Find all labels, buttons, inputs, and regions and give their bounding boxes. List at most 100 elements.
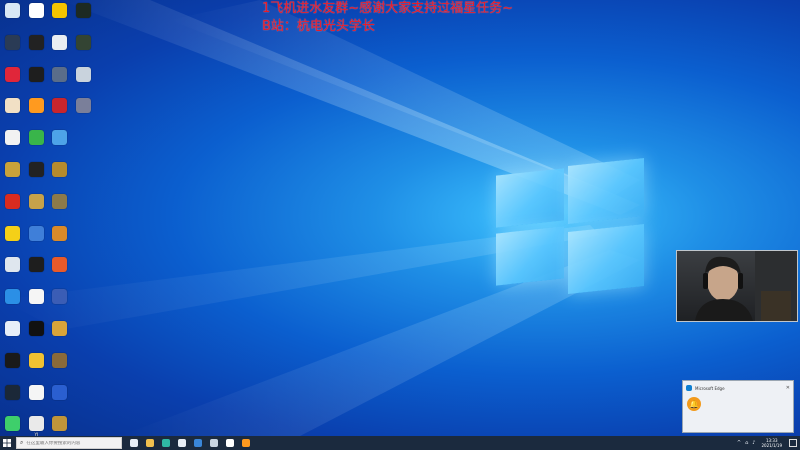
desktop-icon[interactable] [48, 192, 72, 224]
desktop-app-icon [52, 98, 68, 114]
desktop-icon[interactable] [48, 1, 72, 33]
desktop-app-icon [52, 384, 68, 400]
taskbar-app-edge[interactable] [158, 436, 174, 450]
taskbar-app-file-explorer[interactable] [142, 436, 158, 450]
desktop-app-icon [52, 225, 68, 241]
desktop-icon-label [72, 273, 95, 283]
desktop-icon[interactable] [72, 255, 96, 287]
desktop-icon[interactable] [72, 96, 96, 128]
desktop-app-icon [28, 416, 44, 432]
desktop-icon[interactable] [1, 287, 25, 319]
desktop-icon[interactable] [25, 319, 49, 351]
desktop-app-icon [5, 130, 21, 146]
desktop-icon-label [72, 242, 95, 252]
desktop-icon-label [48, 369, 71, 379]
desktop-icon-label [1, 305, 24, 315]
taskbar-app-app-8[interactable] [238, 436, 254, 450]
desktop-icon[interactable] [1, 33, 25, 65]
desktop-icon[interactable] [72, 319, 96, 351]
desktop-icon[interactable] [1, 65, 25, 97]
desktop-icon-label [72, 305, 95, 315]
chevron-up-icon[interactable]: ^ [737, 440, 741, 446]
desktop-icon[interactable] [1, 96, 25, 128]
desktop-icon[interactable] [48, 160, 72, 192]
desktop-app-icon [76, 257, 91, 272]
taskbar-app-app-7[interactable] [222, 436, 238, 450]
desktop-icon-label [72, 19, 95, 29]
desktop-icon[interactable] [48, 128, 72, 160]
close-icon[interactable]: ✕ [786, 385, 790, 391]
desktop-icon[interactable] [1, 128, 25, 160]
desktop-icon[interactable] [48, 287, 72, 319]
stream-overlay-text: 1飞机进水友群~感谢大家支持过福星任务~ B站：杭电光头学长 [262, 0, 582, 36]
app-5-icon [194, 439, 202, 447]
desktop-icon[interactable] [25, 65, 49, 97]
desktop-icon[interactable] [48, 33, 72, 65]
desktop-icon[interactable] [1, 1, 25, 33]
search-icon: ⌕ [20, 439, 24, 446]
desktop-icon[interactable] [25, 255, 49, 287]
desktop-icon-label [25, 369, 48, 379]
desktop-app-icon [75, 3, 91, 18]
desktop-app-icon [76, 194, 91, 209]
desktop-icon[interactable] [1, 319, 25, 351]
network-icon[interactable]: ⌂ [745, 440, 748, 446]
taskbar-app-task-view[interactable] [126, 436, 142, 450]
desktop-icon[interactable] [72, 192, 96, 224]
desktop-icon[interactable] [72, 224, 96, 256]
desktop-icon[interactable] [48, 319, 72, 351]
search-input[interactable] [26, 440, 117, 446]
taskbar-app-chrome[interactable] [174, 436, 190, 450]
desktop-app-icon [5, 352, 21, 368]
desktop-icon-label [25, 178, 48, 188]
desktop-icon[interactable] [72, 351, 96, 383]
taskbar-app-steam[interactable] [206, 436, 222, 450]
desktop-icon[interactable] [48, 96, 72, 128]
volume-icon[interactable]: ♪ [752, 440, 755, 446]
desktop-icon[interactable] [1, 383, 25, 415]
desktop-icon[interactable] [1, 160, 25, 192]
taskbar-search-box[interactable]: ⌕ [16, 437, 122, 449]
desktop-icon[interactable] [1, 255, 25, 287]
desktop-icon[interactable] [72, 1, 96, 33]
taskbar-app-app-5[interactable] [190, 436, 206, 450]
desktop-icon[interactable] [48, 224, 72, 256]
desktop-icon-label [25, 273, 48, 283]
desktop-app-icon [75, 34, 91, 50]
desktop-icon[interactable] [72, 160, 96, 192]
desktop-icon[interactable] [72, 128, 96, 160]
edge-icon [162, 439, 170, 447]
desktop-app-icon [28, 130, 44, 146]
desktop-icon[interactable] [72, 383, 96, 415]
webcam-overlay [676, 250, 798, 322]
desktop-icon[interactable] [25, 160, 49, 192]
action-center-icon[interactable] [789, 439, 797, 447]
desktop-icon[interactable] [25, 351, 49, 383]
desktop-icon[interactable] [48, 255, 72, 287]
desktop-icon[interactable] [1, 224, 25, 256]
desktop-icon[interactable] [1, 351, 25, 383]
desktop-app-icon [76, 416, 91, 431]
desktop-icon[interactable] [25, 224, 49, 256]
desktop-icon[interactable] [25, 383, 49, 415]
desktop-icon-label [25, 83, 48, 93]
desktop-icon[interactable] [48, 351, 72, 383]
desktop-icon[interactable] [25, 192, 49, 224]
desktop-icon[interactable] [25, 1, 49, 33]
desktop-icon[interactable] [25, 128, 49, 160]
desktop-icon[interactable] [25, 33, 49, 65]
desktop-icon[interactable] [1, 192, 25, 224]
desktop-app-icon [28, 98, 44, 114]
desktop-icon[interactable] [25, 96, 49, 128]
desktop-icon[interactable] [25, 287, 49, 319]
desktop-icon[interactable] [72, 287, 96, 319]
desktop-icon[interactable] [72, 33, 96, 65]
desktop-app-icon [5, 320, 21, 336]
desktop-icon[interactable] [48, 383, 72, 415]
desktop-icon[interactable] [48, 65, 72, 97]
taskbar-clock[interactable]: 13:33 2021/1/19 [761, 438, 782, 448]
edge-notification[interactable]: Microsoft Edge ✕ 🔔 [682, 380, 794, 433]
start-button[interactable] [0, 436, 14, 450]
windows-start-icon [3, 439, 11, 447]
desktop-icon[interactable] [72, 65, 96, 97]
